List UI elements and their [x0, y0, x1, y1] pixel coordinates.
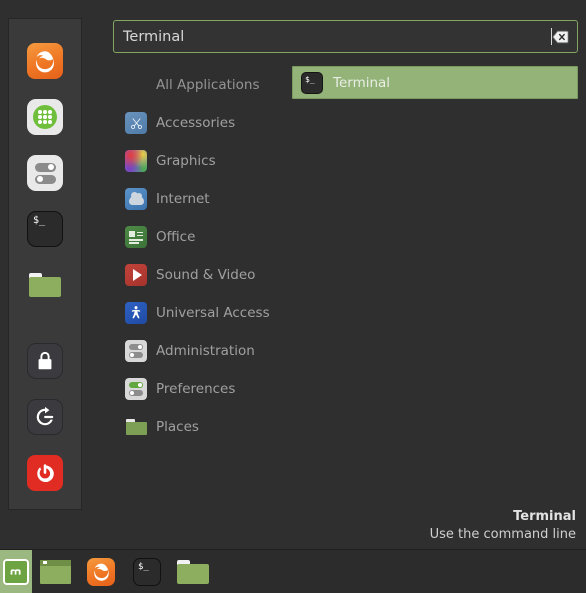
- category-item-administration[interactable]: Administration: [113, 332, 288, 370]
- firefox-icon: [87, 557, 115, 586]
- category-item-office[interactable]: Office: [113, 218, 288, 256]
- firefox-icon: [27, 43, 63, 79]
- power-icon: [27, 455, 63, 491]
- search-input[interactable]: Terminal: [113, 20, 578, 53]
- search-row: Terminal: [113, 20, 578, 53]
- category-item-universal-access[interactable]: Universal Access: [113, 294, 288, 332]
- sidebar-item-firefox[interactable]: [25, 41, 65, 81]
- application-results-list: $_ Terminal: [292, 66, 578, 99]
- application-item-terminal[interactable]: $_ Terminal: [292, 66, 578, 99]
- category-label: Office: [156, 229, 196, 245]
- taskbar-menu-button[interactable]: [0, 550, 32, 593]
- administration-icon: [125, 340, 147, 362]
- places-icon: [125, 416, 147, 438]
- application-menu-window: $_ Terminal All Applications Accessories…: [0, 0, 586, 549]
- sound-video-icon: [125, 264, 147, 286]
- lock-icon: [27, 343, 63, 379]
- category-list: All Applications Accessories Graphics In…: [113, 66, 288, 446]
- status-area: Terminal Use the command line: [156, 508, 576, 544]
- software-manager-icon: [27, 99, 63, 135]
- category-item-accessories[interactable]: Accessories: [113, 104, 288, 142]
- search-input-value: Terminal: [123, 28, 185, 45]
- category-label: Sound & Video: [156, 267, 256, 283]
- terminal-icon: $_: [133, 557, 161, 586]
- office-icon: [125, 226, 147, 248]
- category-label: Administration: [156, 343, 255, 359]
- universal-access-icon: [125, 302, 147, 324]
- sidebar-item-system-settings[interactable]: [25, 153, 65, 193]
- taskbar-item-files[interactable]: [170, 550, 216, 593]
- taskbar-item-terminal[interactable]: $_: [124, 550, 170, 593]
- folder-icon: [177, 559, 209, 584]
- category-label: Accessories: [156, 115, 236, 131]
- sidebar-item-terminal[interactable]: $_: [25, 209, 65, 249]
- sidebar-item-files[interactable]: [25, 265, 65, 305]
- preferences-icon: [125, 378, 147, 400]
- category-label: Preferences: [156, 381, 236, 397]
- accessories-icon: [125, 112, 147, 134]
- category-label: Places: [156, 419, 199, 435]
- category-label: Graphics: [156, 153, 216, 169]
- category-item-preferences[interactable]: Preferences: [113, 370, 288, 408]
- settings-icon: [27, 155, 63, 191]
- category-label: Universal Access: [156, 305, 270, 321]
- sidebar-item-quit[interactable]: [25, 453, 65, 493]
- sidebar-item-software-manager[interactable]: [25, 97, 65, 137]
- sidebar-item-log-out[interactable]: [25, 397, 65, 437]
- taskbar-item-window[interactable]: [32, 550, 78, 593]
- taskbar-item-firefox[interactable]: [78, 550, 124, 593]
- window-icon: [39, 559, 71, 584]
- favorites-sidebar: $_: [8, 18, 82, 510]
- logout-icon: [27, 399, 63, 435]
- category-label: Internet: [156, 191, 210, 207]
- clear-entry-icon[interactable]: [552, 30, 569, 44]
- category-header-label: All Applications: [156, 77, 260, 93]
- status-title: Terminal: [513, 509, 576, 524]
- category-item-graphics[interactable]: Graphics: [113, 142, 288, 180]
- status-description: Use the command line: [429, 527, 576, 542]
- terminal-icon: $_: [301, 71, 323, 94]
- category-header[interactable]: All Applications: [113, 66, 288, 104]
- taskbar: $_: [0, 549, 586, 593]
- category-item-places[interactable]: Places: [113, 408, 288, 446]
- folder-icon: [27, 267, 63, 303]
- internet-icon: [125, 188, 147, 210]
- application-item-label: Terminal: [333, 74, 391, 91]
- linux-mint-logo-icon: [3, 558, 29, 585]
- category-item-internet[interactable]: Internet: [113, 180, 288, 218]
- graphics-icon: [125, 150, 147, 172]
- sidebar-item-lock-screen[interactable]: [25, 341, 65, 381]
- terminal-icon: $_: [27, 211, 63, 247]
- category-item-sound-video[interactable]: Sound & Video: [113, 256, 288, 294]
